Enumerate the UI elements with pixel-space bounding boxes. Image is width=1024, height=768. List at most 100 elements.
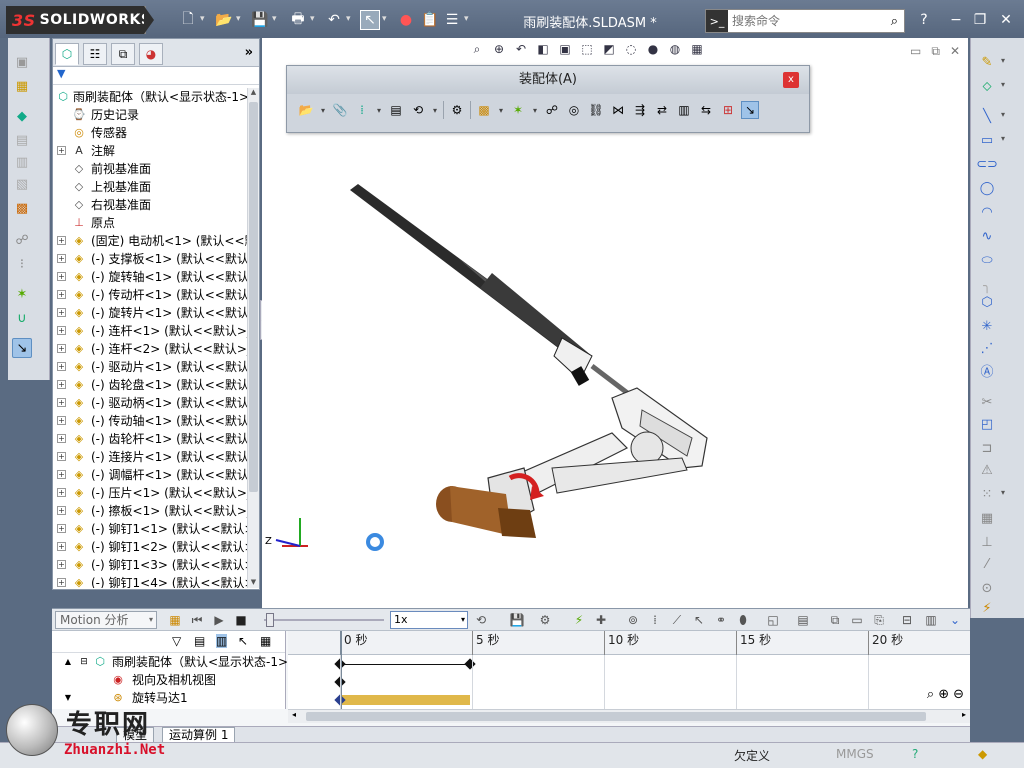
- study-type-select[interactable]: Motion 分析 ▾: [55, 611, 157, 629]
- tree-item[interactable]: + ◈ (-) 旋转轴<1> (默认<<默认: [53, 268, 247, 286]
- expand-icon[interactable]: +: [57, 290, 66, 299]
- interference-detection-icon[interactable]: ⚙: [448, 101, 466, 119]
- quick-snaps-icon[interactable]: ⊙: [977, 578, 997, 598]
- linear-sketch-pattern-icon[interactable]: ⁙: [977, 484, 997, 504]
- dimension-dropdown-icon[interactable]: ▾: [1001, 80, 1009, 89]
- repair-sketch-icon[interactable]: ⁄: [977, 554, 997, 574]
- collapse-motion-icon[interactable]: ⊟: [898, 611, 916, 629]
- playback-mode-icon[interactable]: ⟲: [472, 611, 490, 629]
- move-dropdown-icon[interactable]: ▾: [431, 101, 439, 119]
- save-icon[interactable]: 💾: [250, 10, 270, 30]
- ellipse-icon[interactable]: ⬭: [977, 250, 997, 270]
- tree-scroll-thumb[interactable]: [249, 102, 258, 492]
- calculate-icon[interactable]: ▦: [166, 611, 184, 629]
- playback-speed-select[interactable]: 1x ▾: [390, 611, 468, 629]
- smart-fasteners-icon[interactable]: ▤: [12, 130, 32, 150]
- exploded-view-icon[interactable]: ✶: [12, 284, 32, 304]
- filter-results-icon[interactable]: ▦: [260, 634, 271, 648]
- expand-icon[interactable]: +: [57, 254, 66, 263]
- options-dropdown-icon[interactable]: ▾: [464, 14, 472, 26]
- expand-icon[interactable]: +: [57, 344, 66, 353]
- tree-item[interactable]: + ◈ (-) 传动轴<1> (默认<<默认: [53, 412, 247, 430]
- tree-item[interactable]: + ◈ (-) 压片<1> (默认<<默认>_: [53, 484, 247, 502]
- gravity-icon[interactable]: ⬮: [734, 611, 752, 629]
- motion-properties-icon[interactable]: ▤: [794, 611, 812, 629]
- stop-icon[interactable]: ■: [232, 611, 250, 629]
- mate-clip-icon[interactable]: 📎: [331, 101, 349, 119]
- tree-item[interactable]: + ◈ (-) 旋转片<1> (默认<<默认: [53, 304, 247, 322]
- tree-item[interactable]: + ◈ (-) 铆钉1<1> (默认<<默认>: [53, 520, 247, 538]
- expand-icon[interactable]: +: [57, 380, 66, 389]
- collapse-icon[interactable]: ⊟: [76, 655, 92, 669]
- tree-item[interactable]: + ◈ (-) 铆钉1<3> (默认<<默认>: [53, 556, 247, 574]
- add-update-key-icon[interactable]: ✚: [592, 611, 610, 629]
- expand-icon[interactable]: +: [57, 452, 66, 461]
- open-dropdown-icon[interactable]: ▾: [236, 14, 244, 26]
- export-icon[interactable]: ⧉: [826, 611, 844, 629]
- zoom-in-icon[interactable]: ⊕: [938, 687, 949, 702]
- motor-duration-bar[interactable]: [340, 695, 470, 705]
- expand-icon[interactable]: +: [57, 362, 66, 371]
- configuration-manager-tab-icon[interactable]: ⧉: [111, 43, 135, 65]
- filter-selected-icon[interactable]: ↖: [238, 634, 248, 648]
- playback-slider[interactable]: [264, 613, 384, 627]
- tree-item[interactable]: ◇ 右视基准面: [53, 196, 247, 214]
- undo-dropdown-icon[interactable]: ▾: [346, 14, 354, 26]
- tree-item[interactable]: ◇ 上视基准面: [53, 178, 247, 196]
- expand-icon[interactable]: +: [57, 308, 66, 317]
- minimize-button[interactable]: −: [946, 10, 966, 30]
- edit-component-icon[interactable]: ▤: [387, 101, 405, 119]
- scroll-up-icon[interactable]: ▲: [249, 88, 258, 98]
- options-icon[interactable]: ☰: [442, 10, 462, 30]
- copy-icon[interactable]: ▭: [848, 611, 866, 629]
- expand-icon[interactable]: +: [57, 416, 66, 425]
- linear-pattern-icon[interactable]: ◆: [12, 106, 32, 126]
- scroll-left-icon[interactable]: ◂: [292, 710, 296, 719]
- expand-icon[interactable]: +: [57, 272, 66, 281]
- new-part-icon[interactable]: ⊞: [719, 101, 737, 119]
- insert-dropdown-icon[interactable]: ▾: [319, 101, 327, 119]
- display-relations-icon[interactable]: ⊥: [977, 532, 997, 552]
- search-commands-input[interactable]: [732, 11, 882, 31]
- tree-item[interactable]: ◇ 前视基准面: [53, 160, 247, 178]
- instant3d-icon[interactable]: ↘: [741, 101, 759, 119]
- tree-item[interactable]: + ◈ (-) 调幅杆<1> (默认<<默认: [53, 466, 247, 484]
- feature-manager-tab-icon[interactable]: ⬡: [55, 43, 79, 65]
- polygon-icon[interactable]: ⬡: [977, 292, 997, 312]
- motion-chevron-icon[interactable]: ⌄: [946, 611, 964, 629]
- assembly-features-icon[interactable]: ▩: [12, 198, 32, 218]
- move-entities-icon[interactable]: ▦: [977, 508, 997, 528]
- tree-filter-icon[interactable]: ▼: [53, 67, 259, 85]
- tree-item[interactable]: + ◈ (-) 连接片<1> (默认<<默认: [53, 448, 247, 466]
- animation-wizard-icon[interactable]: ⚙: [536, 611, 554, 629]
- pattern-icon[interactable]: ⁞: [353, 101, 371, 119]
- spline-icon[interactable]: ∿: [977, 226, 997, 246]
- smart-fastener-icon[interactable]: ⇶: [631, 101, 649, 119]
- expand-icon[interactable]: +: [57, 146, 66, 155]
- search-icon[interactable]: ⌕: [891, 14, 898, 29]
- timeline-scrollbar[interactable]: ◂ ▸: [288, 709, 970, 723]
- select-dropdown-icon[interactable]: ▾: [382, 14, 390, 26]
- exploded-dropdown-icon[interactable]: ▾: [531, 101, 539, 119]
- expand-icon[interactable]: +: [57, 398, 66, 407]
- save-animation-icon[interactable]: 💾: [508, 611, 526, 629]
- close-button[interactable]: ✕: [996, 10, 1016, 30]
- help-button[interactable]: ?: [914, 10, 934, 30]
- new-dropdown-icon[interactable]: ▾: [200, 14, 208, 26]
- motor-icon[interactable]: ⊚: [624, 611, 642, 629]
- expand-icon[interactable]: +: [57, 326, 66, 335]
- exploded-view-icon[interactable]: ✶: [509, 101, 527, 119]
- floating-toolbar-close-button[interactable]: x: [783, 72, 799, 88]
- trim-icon[interactable]: ✂: [977, 392, 997, 412]
- print-dropdown-icon[interactable]: ▾: [310, 14, 318, 26]
- mate-icon[interactable]: ▦: [12, 76, 32, 96]
- explode-line-icon[interactable]: ∪: [12, 308, 32, 328]
- reference-geometry-icon[interactable]: ☍: [12, 230, 32, 250]
- zoom-out-icon[interactable]: ⊖: [953, 687, 964, 702]
- reference-geometry-icon[interactable]: ☍: [543, 101, 561, 119]
- motion-row-camera[interactable]: ◉ 视向及相机视图: [52, 671, 285, 689]
- line-dropdown-icon[interactable]: ▾: [1001, 110, 1009, 119]
- assembly-feature-dropdown-icon[interactable]: ▾: [497, 101, 505, 119]
- tab-motion-study-1[interactable]: 运动算例 1: [162, 727, 236, 743]
- move-component-icon[interactable]: ▥: [12, 152, 32, 172]
